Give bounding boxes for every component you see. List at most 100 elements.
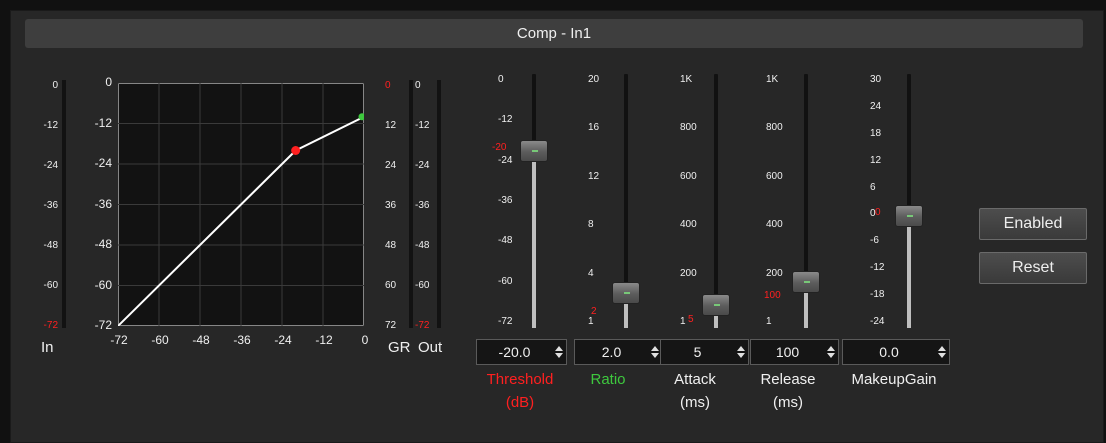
scale-tick: -12: [43, 120, 58, 131]
attack-scale-tick: 1K: [680, 74, 693, 85]
makeup-slider-track[interactable]: [907, 74, 911, 328]
in-meter-bar: [62, 80, 66, 328]
scale-tick: 72: [385, 320, 397, 331]
scale-tick: 48: [385, 240, 397, 251]
threshold-spin-arrows[interactable]: [552, 341, 566, 363]
makeup-spin-arrows[interactable]: [935, 341, 949, 363]
release-value[interactable]: 100: [751, 344, 824, 360]
makeup-spinbox[interactable]: 0.0: [842, 339, 950, 365]
attack-scale-tick: 200: [680, 267, 697, 279]
threshold-slider-track[interactable]: [532, 74, 536, 328]
gr-meter-bar: [409, 80, 413, 328]
release-scale-tick: 600: [766, 170, 783, 182]
scale-tick: -48: [43, 240, 58, 251]
in-meter-label: In: [41, 339, 54, 356]
scale-tick: -60: [415, 280, 430, 291]
out-meter-label: Out: [418, 339, 443, 356]
threshold-scale-tick: -60: [498, 275, 513, 287]
scale-tick: 12: [385, 120, 397, 131]
threshold-slider-handle[interactable]: [520, 139, 548, 162]
enabled-button[interactable]: Enabled: [979, 208, 1087, 240]
makeup-value[interactable]: 0.0: [843, 344, 935, 360]
spin-up-icon[interactable]: [737, 346, 745, 351]
graph-y-tick: -12: [94, 115, 112, 130]
makeup-slider-handle[interactable]: [895, 205, 923, 228]
threshold-spinbox[interactable]: -20.0: [476, 339, 567, 365]
ratio-scale-tick: 8: [588, 219, 594, 231]
release-slider-handle[interactable]: [792, 270, 820, 293]
attack-spinbox[interactable]: 5: [660, 339, 749, 365]
ratio-marker: 2: [591, 306, 597, 317]
scale-tick: -24: [43, 160, 58, 171]
threshold-scale-tick: -24: [498, 154, 513, 166]
release-spin-arrows[interactable]: [824, 341, 838, 363]
attack-scale-tick: 1: [680, 316, 686, 327]
attack-slider-track[interactable]: [714, 74, 718, 328]
makeup-scale-tick: 12: [870, 154, 882, 166]
makeup-scale-tick: -12: [870, 262, 885, 274]
attack-slider-handle[interactable]: [702, 293, 730, 316]
graph-y-tick: -48: [94, 237, 112, 251]
attack-scale-tick: 600: [680, 170, 697, 182]
spin-up-icon[interactable]: [938, 346, 946, 351]
scale-tick: 0: [385, 80, 391, 91]
release-scale-tick: 200: [766, 267, 783, 279]
attack-scale-tick: 800: [680, 122, 697, 134]
threshold-marker: -20: [492, 142, 507, 153]
makeup-scale-tick: -18: [870, 289, 885, 301]
makeup-gain-label: MakeupGain: [851, 371, 937, 388]
reset-button[interactable]: Reset: [979, 252, 1087, 284]
makeup-scale-tick: 30: [870, 74, 882, 85]
ratio-slider-handle[interactable]: [612, 282, 640, 305]
graph-x-tick: -24: [274, 333, 292, 347]
release-scale-tick: 400: [766, 219, 783, 231]
threshold-scale-tick: -48: [498, 235, 513, 247]
graph-y-tick: -24: [94, 156, 112, 170]
spin-down-icon[interactable]: [938, 353, 946, 358]
attack-scale-tick: 400: [680, 219, 697, 231]
graph-x-tick: -60: [151, 333, 169, 347]
attack-unit-label: (ms): [680, 394, 710, 411]
scale-tick: -24: [415, 160, 430, 171]
ratio-scale-tick: 1: [588, 316, 594, 327]
scale-tick: 0: [415, 80, 421, 91]
panel-title: Comp - In1: [516, 25, 592, 42]
spin-down-icon[interactable]: [555, 353, 563, 358]
threshold-scale-tick: -72: [498, 316, 513, 327]
graph-x-tick: 0: [361, 333, 369, 347]
ratio-scale-tick: 4: [588, 267, 594, 279]
spin-down-icon[interactable]: [737, 353, 745, 358]
threshold-point[interactable]: [291, 146, 301, 155]
makeup-scale-tick: 24: [870, 100, 882, 112]
spin-up-icon[interactable]: [827, 346, 835, 351]
scale-tick: -12: [415, 120, 430, 131]
spin-up-icon[interactable]: [555, 346, 563, 351]
release-unit-label: (ms): [773, 394, 803, 411]
scale-tick: -36: [43, 200, 58, 211]
release-scale-tick: 1: [766, 316, 772, 327]
makeup-slider-fill: [907, 216, 911, 328]
gr-meter-label: GR: [388, 339, 411, 356]
scale-tick: -72: [43, 320, 58, 331]
ratio-spinbox[interactable]: 2.0: [574, 339, 663, 365]
graph-x-tick: -72: [110, 333, 128, 347]
attack-spin-arrows[interactable]: [734, 341, 748, 363]
release-spinbox[interactable]: 100: [750, 339, 839, 365]
threshold-value[interactable]: -20.0: [477, 344, 552, 360]
ratio-scale-tick: 16: [588, 122, 600, 134]
scale-tick: 0: [52, 80, 58, 91]
attack-value[interactable]: 5: [661, 344, 734, 360]
spin-down-icon[interactable]: [651, 353, 659, 358]
makeup-scale-tick: -6: [870, 235, 879, 247]
scale-tick: 24: [385, 160, 397, 171]
graph-y-tick: -72: [94, 318, 112, 332]
scale-tick: -60: [43, 280, 58, 291]
graph-y-tick: -60: [94, 277, 112, 292]
transfer-curve-svg: [117, 82, 366, 327]
threshold-slider-fill: [532, 150, 536, 328]
threshold-scale-tick: -36: [498, 195, 513, 206]
spin-down-icon[interactable]: [827, 353, 835, 358]
release-label: Release: [760, 371, 816, 388]
ratio-value[interactable]: 2.0: [575, 344, 648, 360]
spin-up-icon[interactable]: [651, 346, 659, 351]
